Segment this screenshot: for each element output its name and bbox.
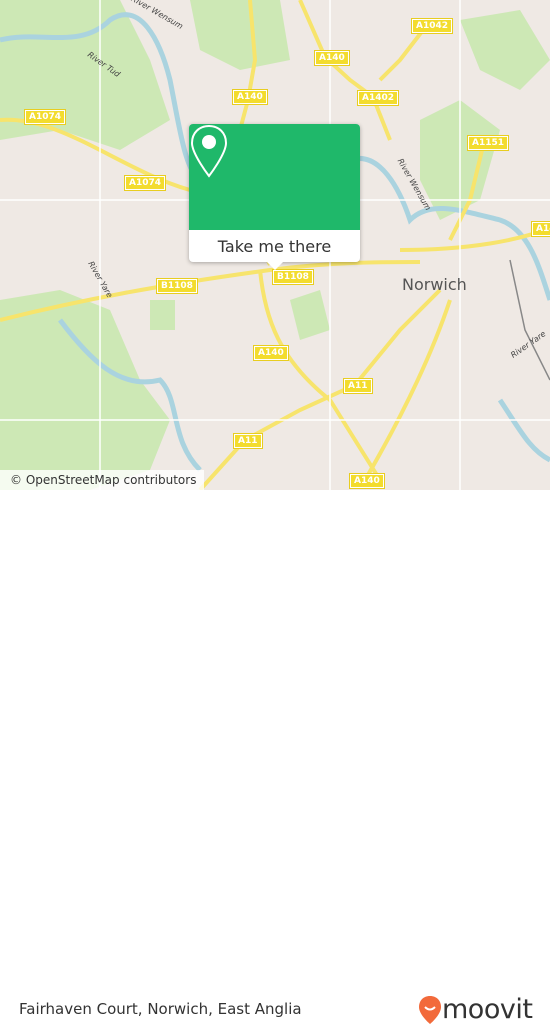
road-label: A140 xyxy=(253,345,289,361)
road-label: A1042 xyxy=(410,18,454,34)
moovit-pin-icon xyxy=(419,996,441,1024)
moovit-logo: moovit xyxy=(418,994,533,1025)
road-label: A140 xyxy=(349,473,385,489)
osm-attribution[interactable]: © OpenStreetMap contributors xyxy=(0,470,205,490)
popup-header xyxy=(189,124,360,230)
road-label: A1074 xyxy=(123,175,167,191)
road-label: B1108 xyxy=(156,278,198,294)
map[interactable]: A140 A1042 A140 A1402 A1074 A1074 A1151 … xyxy=(0,0,550,490)
place-label-norwich: Norwich xyxy=(402,275,467,294)
map-pin-icon xyxy=(190,124,228,178)
road-label: A1074 xyxy=(23,109,67,125)
footer: Fairhaven Court, Norwich, East Anglia mo… xyxy=(0,490,550,1025)
road-label: B1108 xyxy=(272,269,314,285)
take-me-there-popup[interactable]: Take me there xyxy=(189,124,360,270)
location-title: Fairhaven Court, Norwich, East Anglia xyxy=(19,1000,302,1018)
take-me-there-button[interactable]: Take me there xyxy=(189,230,360,262)
road-label: A140 xyxy=(314,50,350,66)
road-label: A140 xyxy=(232,89,268,105)
road-label: A11 xyxy=(233,433,263,449)
road-label: A147 xyxy=(531,221,550,237)
road-label: A11 xyxy=(343,378,373,394)
moovit-wordmark: moovit xyxy=(442,994,533,1025)
road-label: A1402 xyxy=(356,90,400,106)
road-label: A1151 xyxy=(466,135,510,151)
